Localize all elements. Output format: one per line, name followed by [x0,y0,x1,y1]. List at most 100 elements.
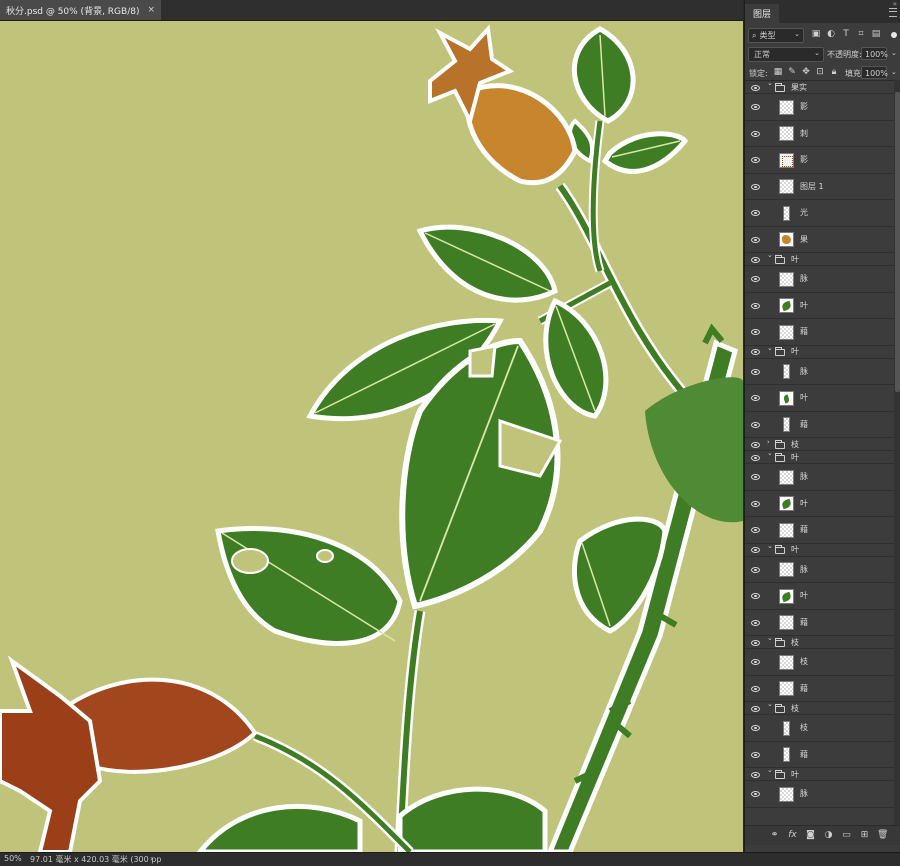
trash-icon[interactable]: 🗑︎ [877,830,888,841]
lock-transparency-icon[interactable]: ▦ [773,67,783,77]
layer-row[interactable]: 刺 [745,121,894,147]
chevron-down-icon[interactable]: ⌄ [767,766,773,774]
visibility-eye-icon[interactable] [751,639,760,646]
layer-group-row[interactable]: ⌄ 枝 [745,634,894,649]
layer-row[interactable]: 藉 [745,742,894,768]
chevron-down-icon[interactable]: ⌄ [891,49,897,57]
status-menu-arrow-icon[interactable]: › [150,854,153,863]
visibility-eye-icon[interactable] [751,84,760,91]
visibility-eye-icon[interactable] [751,256,760,263]
visibility-eye-icon[interactable] [751,157,760,164]
layer-row[interactable]: 藉 [745,676,894,702]
visibility-eye-icon[interactable] [751,685,760,692]
visibility-eye-icon[interactable] [751,329,760,336]
fill-input[interactable]: 100% [861,66,888,79]
lock-artboard-icon[interactable]: ⊡ [815,67,825,77]
chevron-down-icon[interactable]: ⌄ [767,251,773,259]
layer-group-row[interactable]: ⌄ 果实 [745,81,894,94]
chevron-down-icon[interactable]: ⌄ [767,344,773,352]
fx-icon[interactable]: fx [787,830,798,841]
layer-row[interactable]: 脉 [745,359,894,385]
layer-row[interactable]: 藉 [745,610,894,636]
visibility-eye-icon[interactable] [751,130,760,137]
layer-row[interactable]: 枝 [745,649,894,676]
visibility-eye-icon[interactable] [751,751,760,758]
zoom-level[interactable]: 50% [4,854,22,863]
layers-tab[interactable]: 图层 [745,4,780,23]
visibility-eye-icon[interactable] [751,791,760,798]
visibility-eye-icon[interactable] [751,349,760,355]
visibility-eye-icon[interactable] [751,183,760,190]
close-tab-icon[interactable]: × [147,5,155,15]
visibility-eye-icon[interactable] [751,725,760,732]
layer-row[interactable]: 脉 [745,781,894,808]
visibility-eye-icon[interactable] [751,421,760,428]
visibility-eye-icon[interactable] [751,705,760,712]
layer-row[interactable]: 枝 [745,715,894,742]
layer-row[interactable]: 光 [745,200,894,227]
type-filter-icon[interactable]: T [841,29,851,39]
visibility-eye-icon[interactable] [751,302,760,309]
layer-group-row[interactable]: ⌄ 叶 [745,766,894,781]
visibility-eye-icon[interactable] [751,368,760,375]
filter-kind-select[interactable]: ⌕ 类型 ⌄ [748,28,804,43]
layer-group-row[interactable]: ⌄ 叶 [745,449,894,464]
layer-group-row[interactable]: ⌄ 叶 [745,251,894,266]
lock-all-icon[interactable]: 🔒︎ [829,67,839,77]
visibility-eye-icon[interactable] [751,566,760,573]
document-canvas[interactable] [0,21,743,852]
chevron-down-icon[interactable]: ⌄ [891,68,897,76]
chevron-down-icon[interactable]: ⌄ [767,449,773,457]
layer-group-row[interactable]: ⌄ 叶 [745,344,894,359]
panel-menu-icon[interactable] [889,8,897,17]
layer-row[interactable]: 影 [745,147,894,174]
adjustment-filter-icon[interactable]: ◐ [826,29,836,39]
layer-row[interactable]: 脉 [745,557,894,583]
visibility-eye-icon[interactable] [751,771,760,778]
visibility-eye-icon[interactable] [751,547,760,553]
visibility-eye-icon[interactable] [751,593,760,600]
visibility-eye-icon[interactable] [751,441,760,448]
visibility-eye-icon[interactable] [751,395,760,402]
layer-row[interactable]: 果 [745,227,894,253]
visibility-eye-icon[interactable] [751,236,760,243]
chevron-right-icon[interactable]: › [767,438,770,446]
mask-icon[interactable]: ◙ [805,830,816,841]
layer-row[interactable]: 叶 [745,583,894,610]
image-filter-icon[interactable]: ▣ [811,29,821,39]
visibility-eye-icon[interactable] [751,276,760,283]
layer-row[interactable]: 叶 [745,293,894,319]
layer-row[interactable]: 影 [745,94,894,121]
collapse-panel-icon[interactable]: » [893,0,897,8]
visibility-eye-icon[interactable] [751,454,760,461]
new-group-icon[interactable]: ▭ [841,830,852,841]
visibility-eye-icon[interactable] [751,527,760,534]
chevron-down-icon[interactable]: ⌄ [767,634,773,642]
link-layers-icon[interactable]: ⚭ [769,830,780,841]
layer-row[interactable]: 藉 [745,412,894,438]
scrollbar-thumb[interactable] [895,92,900,392]
visibility-eye-icon[interactable] [751,619,760,626]
chevron-down-icon[interactable]: ⌄ [767,700,773,708]
visibility-eye-icon[interactable] [751,104,760,111]
layer-group-row[interactable]: ⌄ 叶 [745,542,894,557]
layer-row[interactable]: 图层 1 [745,174,894,200]
visibility-eye-icon[interactable] [751,500,760,507]
new-layer-icon[interactable]: ⊞ [859,830,870,841]
lock-paint-icon[interactable]: ✎ [787,67,797,77]
layer-row[interactable]: 脉 [745,266,894,293]
blend-mode-select[interactable]: 正常 ⌄ [748,47,824,62]
shape-filter-icon[interactable]: ⌗ [856,29,866,39]
layer-row[interactable]: 脉 [745,464,894,491]
document-tab[interactable]: 秋分.psd @ 50% (背景, RGB/8) × [0,0,162,20]
smart-object-filter-icon[interactable]: ▤ [871,29,881,39]
layer-row[interactable]: 叶 [745,491,894,517]
filter-toggle-icon[interactable] [891,32,897,38]
chevron-down-icon[interactable]: ⌄ [767,542,773,550]
lock-position-icon[interactable]: ✥ [801,67,811,77]
chevron-down-icon[interactable]: ⌄ [767,81,773,87]
visibility-eye-icon[interactable] [751,474,760,481]
layer-group-row[interactable]: ⌄ 枝 [745,700,894,715]
visibility-eye-icon[interactable] [751,659,760,666]
adjustment-layer-icon[interactable]: ◑ [823,830,834,841]
